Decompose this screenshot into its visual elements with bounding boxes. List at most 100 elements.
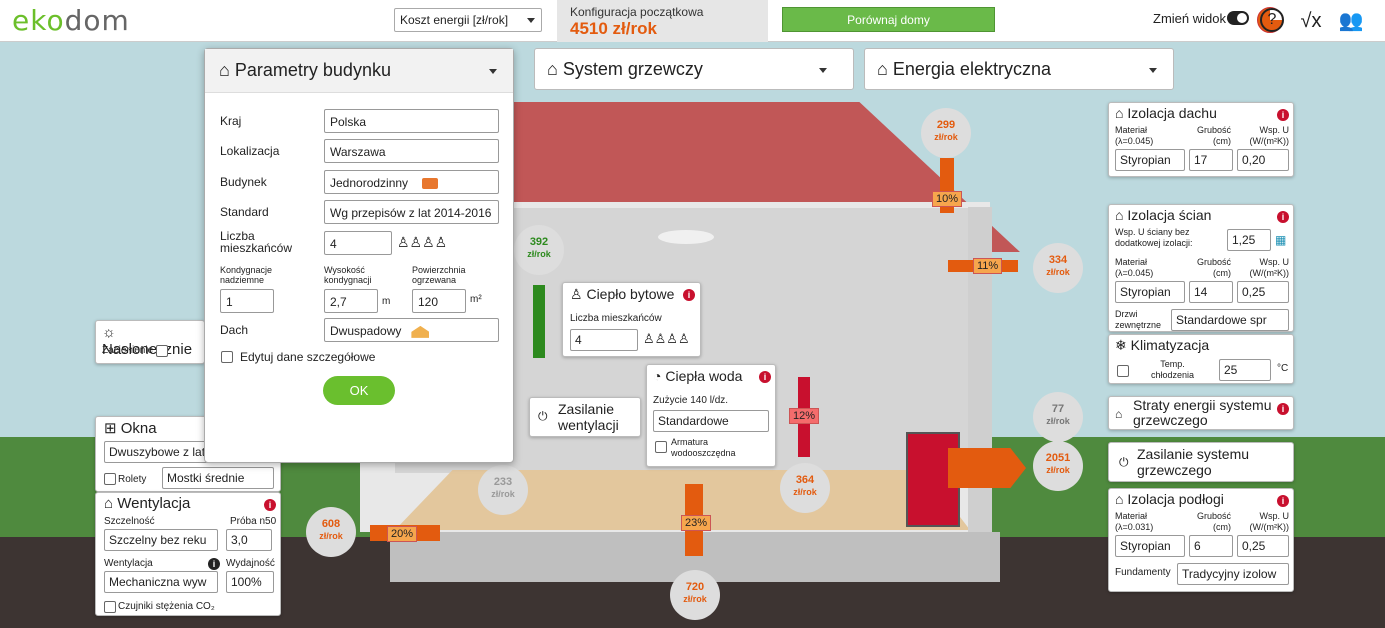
- panel-ventilation: ⌂ Wentylacja i Szczelność Próba n50 Szcz…: [95, 492, 281, 616]
- wall-u-input[interactable]: 0,25: [1237, 281, 1289, 303]
- tightness-select[interactable]: Szczelny bez reku: [104, 529, 218, 551]
- view-toggle[interactable]: [1227, 11, 1249, 25]
- location-input[interactable]: Warszawa: [324, 139, 499, 163]
- doors-select[interactable]: Standardowe spr: [1171, 309, 1289, 331]
- ok-button[interactable]: OK: [323, 376, 395, 405]
- panel-floor-insulation: ⌂ Izolacja podłogi i Materiał (λ=0.031) G…: [1108, 488, 1294, 592]
- flow-roof[interactable]: 299 zł/rok: [921, 108, 971, 158]
- house-type-icon: [422, 178, 439, 190]
- roof-type-field[interactable]: Dwuspadowy: [324, 318, 499, 342]
- wall-material-select[interactable]: Styropian: [1115, 281, 1185, 303]
- house-icon: ⌂: [1115, 105, 1124, 121]
- floor-material-select[interactable]: Styropian: [1115, 535, 1185, 557]
- shade-checkbox[interactable]: [156, 345, 168, 357]
- info-icon[interactable]: i: [759, 371, 771, 383]
- ceiling-lamp: [658, 230, 714, 244]
- ac-temp-input[interactable]: 25: [1219, 359, 1271, 381]
- bridges-select[interactable]: Mostki średnie: [162, 467, 274, 489]
- country-select[interactable]: Polska: [324, 109, 499, 133]
- logo[interactable]: ekodom: [12, 4, 130, 37]
- change-view-label: Zmień widok: [1153, 11, 1226, 26]
- floor-thickness-input[interactable]: 6: [1189, 535, 1233, 557]
- co2-checkbox[interactable]: [104, 601, 116, 613]
- calculator-icon[interactable]: ▦: [1275, 233, 1286, 247]
- panel-wall-insulation: ⌂ Izolacja ścian i Wsp. U ściany bez doda…: [1108, 204, 1294, 332]
- roof-type-icon: [411, 325, 430, 338]
- chevron-down-icon[interactable]: [489, 69, 497, 74]
- house-icon: ⌂: [219, 60, 230, 80]
- house-icon: ⌂: [104, 495, 114, 512]
- snowflake-icon: ❄: [1115, 337, 1127, 353]
- window-icon: ⊞: [104, 420, 117, 437]
- floors-input[interactable]: 1: [220, 289, 274, 313]
- info-icon[interactable]: i: [1277, 109, 1289, 121]
- house-icon: ⌂: [1115, 491, 1124, 507]
- info-icon[interactable]: i: [1277, 211, 1289, 223]
- panel-heating-losses[interactable]: ⌂ Straty energii systemu grzewczego i: [1108, 396, 1294, 430]
- compare-houses-button[interactable]: Porównaj domy: [782, 7, 995, 32]
- flow-heating[interactable]: 2051 zł/rok: [1033, 441, 1083, 491]
- n50-input[interactable]: 3,0: [226, 529, 272, 551]
- foundation-select[interactable]: Tradycyjny izolow: [1177, 563, 1289, 585]
- help-icon[interactable]: ?: [1260, 8, 1284, 32]
- house-icon: ⌂: [1115, 407, 1123, 421]
- users-icon[interactable]: 👥: [1338, 8, 1364, 34]
- panel-heating-power[interactable]: ⏻ Zasilanie systemu grzewczego: [1108, 442, 1294, 482]
- config-summary: Konfiguracja początkowa 4510 zł/rok: [557, 0, 1283, 42]
- info-icon[interactable]: i: [208, 558, 220, 570]
- wall-thickness-input[interactable]: 14: [1189, 281, 1233, 303]
- ac-checkbox[interactable]: [1117, 365, 1129, 377]
- roof-u-input[interactable]: 0,20: [1237, 149, 1289, 171]
- chevron-down-icon: [527, 18, 535, 23]
- flow-heat[interactable]: 392 zł/rok: [514, 225, 564, 275]
- roof-material-select[interactable]: Styropian: [1115, 149, 1185, 171]
- panel-air-conditioning: ❄ Klimatyzacja Temp. chłodzenia 25 °C: [1108, 334, 1294, 384]
- heated-area-input[interactable]: 120: [412, 289, 466, 313]
- windows-select[interactable]: Dwuszybowe z lat: [104, 441, 214, 463]
- building-type-field[interactable]: Jednorodzinny: [324, 170, 499, 194]
- wall-base-u-input[interactable]: 1,25: [1227, 229, 1271, 251]
- floor-u-input[interactable]: 0,25: [1237, 535, 1289, 557]
- panel-vent-power[interactable]: ⏻ Zasilanie wentylacji: [529, 397, 641, 437]
- cost-type-select[interactable]: Koszt energii [zł/rok]: [394, 8, 542, 32]
- ventilation-select[interactable]: Mechaniczna wyw: [104, 571, 218, 593]
- info-icon[interactable]: i: [683, 289, 695, 301]
- info-icon[interactable]: i: [1277, 495, 1289, 507]
- tab-heating-system[interactable]: ⌂ System grzewczy: [534, 48, 854, 90]
- roof-thickness-input[interactable]: 17: [1189, 149, 1233, 171]
- heat-residents-input[interactable]: 4: [570, 329, 638, 351]
- house-icon: ⌂: [877, 59, 888, 79]
- flow-water[interactable]: 364 zł/rok: [780, 463, 830, 513]
- panel-hot-water: ◔ Ciepła woda i Zużycie 140 l/dz. Standa…: [646, 364, 776, 467]
- house-icon: ⌂: [1115, 207, 1124, 223]
- building-parameters-modal: ⌂ Parametry budynku Kraj Polska Lokaliza…: [204, 48, 514, 463]
- residents-icons: ♙♙♙♙: [397, 234, 448, 250]
- flow-vent-power[interactable]: 233 zł/rok: [478, 465, 528, 515]
- info-icon[interactable]: i: [1277, 403, 1289, 415]
- fittings-checkbox[interactable]: [655, 441, 667, 453]
- flow-floor[interactable]: 720 zł/rok: [670, 570, 720, 620]
- flow-loss[interactable]: 77 zł/rok: [1033, 392, 1083, 442]
- flow-vent[interactable]: 608 zł/rok: [306, 507, 356, 557]
- floor-height-input[interactable]: 2,7: [324, 289, 378, 313]
- chevron-down-icon: [1149, 68, 1157, 73]
- gauge-icon: ◔: [653, 368, 662, 384]
- residents-icons: ♙♙♙♙: [643, 331, 690, 346]
- efficiency-select[interactable]: 100%: [226, 571, 274, 593]
- top-bar: ekodom Koszt energii [zł/rok] Konfigurac…: [0, 0, 1385, 42]
- residents-input[interactable]: 4: [324, 231, 392, 255]
- info-icon[interactable]: i: [264, 499, 276, 511]
- modal-header[interactable]: ⌂ Parametry budynku: [205, 49, 513, 93]
- panel-roof-insulation: ⌂ Izolacja dachu i Materiał (λ=0.045) Gru…: [1108, 102, 1294, 177]
- formula-icon[interactable]: √x: [1298, 8, 1324, 34]
- sun-icon: ☼: [102, 324, 116, 341]
- panel-living-heat: ♙ Ciepło bytowe i Liczba mieszkańców 4 ♙…: [562, 282, 701, 357]
- flow-wall[interactable]: 334 zł/rok: [1033, 243, 1083, 293]
- house-icon: ⌂: [547, 59, 558, 79]
- blinds-checkbox[interactable]: [104, 473, 116, 485]
- plug-icon: ⏻: [538, 409, 548, 423]
- standard-select[interactable]: Wg przepisów z lat 2014-2016: [324, 200, 499, 224]
- water-usage-select[interactable]: Standardowe: [653, 410, 769, 432]
- tab-electric-energy[interactable]: ⌂ Energia elektryczna: [864, 48, 1174, 90]
- detailed-data-checkbox[interactable]: [221, 351, 233, 363]
